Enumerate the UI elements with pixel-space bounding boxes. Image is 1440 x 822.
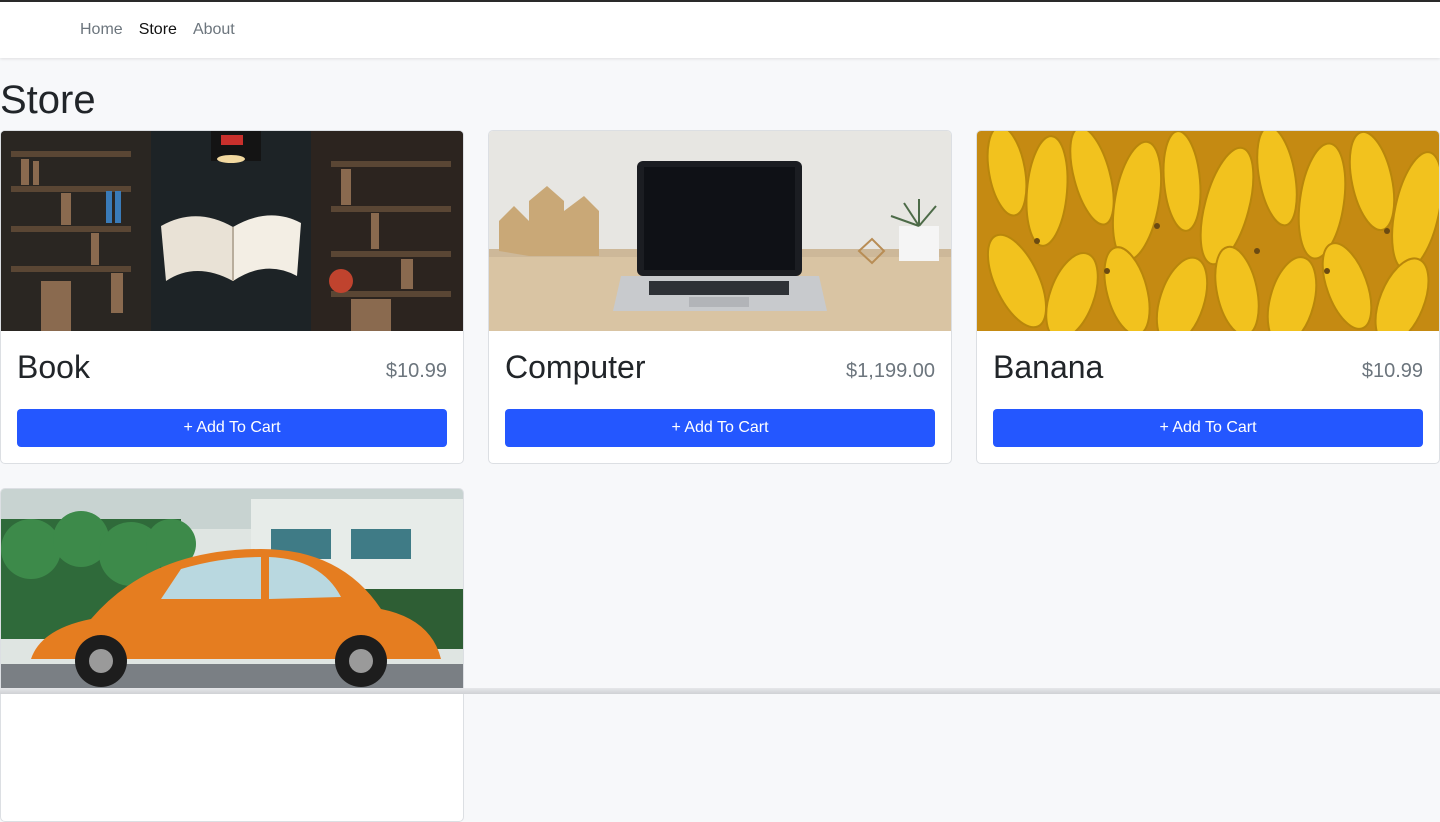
laptop-on-desk-image <box>489 131 951 331</box>
floating-book-library-image <box>1 131 463 331</box>
product-card-banana: Banana $10.99 + Add To Cart <box>976 130 1440 464</box>
product-card-car <box>0 488 464 822</box>
product-card-computer: Computer $1,199.00 + Add To Cart <box>488 130 952 464</box>
add-to-cart-button[interactable]: + Add To Cart <box>17 409 447 447</box>
orange-beetle-car-image <box>1 489 463 689</box>
product-name: Computer <box>505 349 646 385</box>
product-price: $1,199.00 <box>846 360 935 382</box>
banana-bunches-image <box>977 131 1439 331</box>
nav-link-store[interactable]: Store <box>139 2 177 58</box>
navbar: Home Store About <box>0 2 1440 58</box>
add-to-cart-button[interactable]: + Add To Cart <box>505 409 935 447</box>
page-title: Store <box>0 78 96 122</box>
page-bottom-shadow <box>0 688 1440 694</box>
product-price: $10.99 <box>385 360 447 382</box>
nav-link-home[interactable]: Home <box>80 2 123 58</box>
product-name: Book <box>17 349 90 385</box>
add-to-cart-button[interactable]: + Add To Cart <box>993 409 1423 447</box>
product-price: $10.99 <box>1361 360 1423 382</box>
product-name: Banana <box>993 349 1104 385</box>
product-card-book: Book $10.99 + Add To Cart <box>0 130 464 464</box>
nav-link-about[interactable]: About <box>193 2 235 58</box>
